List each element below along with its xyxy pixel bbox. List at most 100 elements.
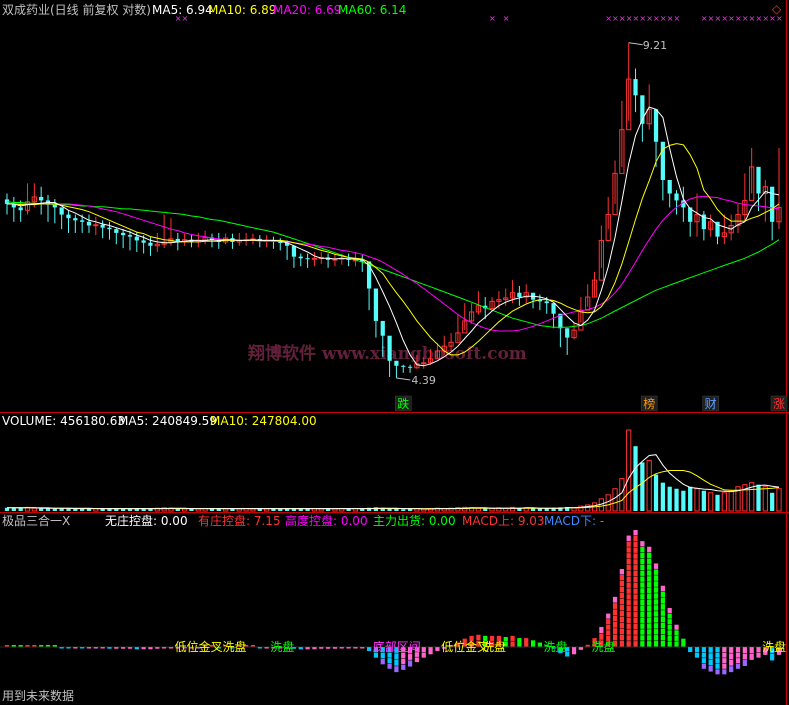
volume-value: VOLUME: 456180.63 — [2, 414, 125, 428]
macd-bar-cell — [640, 547, 645, 553]
macd-bar-cell — [619, 575, 624, 581]
macd-bar-cell — [674, 630, 679, 636]
candle-body-down — [73, 218, 78, 221]
macd-bar-cell — [640, 564, 645, 571]
macd-bar-cell — [537, 642, 543, 647]
macd-bar-cell — [121, 647, 126, 649]
candle-body-down — [18, 207, 23, 211]
indicator-distribution: 主力出货: 0.00 — [373, 513, 456, 528]
session-marker: × — [762, 14, 769, 23]
volume-bar-down — [305, 508, 310, 511]
session-marker: × — [674, 14, 681, 23]
macd-bar-cell — [674, 641, 679, 647]
macd-bar-cell — [619, 605, 624, 611]
macd-bar-cell — [394, 666, 399, 673]
macd-bar-cell — [708, 647, 713, 653]
macd-bar-cell — [770, 653, 775, 661]
macd-bar-cell — [653, 635, 659, 641]
macd-bar-cell — [640, 611, 645, 618]
volume-bar-down — [100, 508, 105, 511]
macd-bar-cell — [626, 535, 631, 541]
macd-bar-cell — [626, 588, 631, 594]
candle-body-down — [305, 258, 310, 260]
stock-chart-canvas[interactable]: 双成药业(日线 前复权 对数) MA5: 6.94 MA10: 6.89 MA2… — [0, 0, 789, 705]
macd-bar-cell — [708, 653, 713, 660]
macd-bar-cell — [701, 652, 706, 658]
volume-ma10-value: MA10: 247804.00 — [210, 414, 317, 428]
macd-bar-cell — [735, 652, 741, 658]
session-marker: × — [182, 14, 189, 23]
macd-bar-cell — [387, 658, 392, 664]
session-marker: × — [721, 14, 728, 23]
session-marker: × — [715, 14, 722, 23]
volume-bar-down — [39, 508, 44, 511]
macd-bar-cell — [667, 613, 672, 619]
session-marker: × — [489, 14, 496, 23]
price-signal-label: 财 — [705, 397, 717, 411]
macd-bar-cell — [647, 552, 652, 559]
macd-bar-cell — [653, 569, 659, 575]
session-marker: × — [639, 14, 646, 23]
ma10-value: MA10: 6.89 — [208, 3, 276, 17]
macd-bar-cell — [305, 647, 310, 650]
macd-bar-cell — [155, 647, 160, 649]
macd-bar-cell — [653, 605, 659, 611]
volume-bar-down — [701, 490, 706, 511]
candle-body-down — [141, 240, 146, 243]
volume-bar-down — [667, 486, 672, 511]
price-signal-label: 跌 — [397, 396, 409, 411]
watermark: 翔博软件 www.xiangbosoft.com — [247, 343, 527, 364]
candle-body-down — [134, 236, 139, 241]
macd-bar-cell — [428, 647, 433, 655]
macd-bar-cell — [640, 594, 645, 600]
candle-body-down — [565, 328, 570, 338]
macd-bar-cell — [407, 653, 413, 660]
macd-bar-cell — [633, 559, 638, 565]
macd-bar-cell — [640, 588, 645, 594]
volume-bar-down — [278, 508, 283, 511]
macd-bar-cell — [524, 638, 529, 647]
macd-bar-cell — [421, 647, 426, 653]
macd-bar-cell — [319, 647, 324, 649]
volume-bar-down — [688, 486, 693, 511]
macd-bar-cell — [633, 606, 638, 612]
volume-bar-down — [660, 482, 665, 511]
macd-bar-cell — [387, 663, 392, 669]
session-marker: × — [626, 14, 633, 23]
macd-bar-cell — [742, 653, 747, 660]
macd-bar-cell — [585, 644, 590, 647]
macd-bar-cell — [653, 641, 659, 647]
macd-bar-cell — [647, 593, 652, 600]
macd-bar-cell — [633, 582, 638, 588]
macd-bar-cell — [667, 619, 672, 625]
indicator-name: 极品三合一X — [2, 513, 70, 528]
price-signal-label: 榜 — [643, 396, 655, 411]
macd-bar-cell — [647, 599, 652, 606]
macd-bar-cell — [394, 659, 399, 666]
candle-body-up — [93, 224, 99, 227]
macd-bar-cell — [619, 641, 624, 647]
macd-bar-cell — [626, 594, 631, 600]
session-marker: × — [175, 14, 182, 23]
macd-bar-cell — [708, 665, 713, 672]
volume-bar-down — [114, 508, 119, 511]
volume-bar-down — [11, 508, 16, 511]
macd-bar-cell — [401, 664, 406, 670]
macd-bar-cell — [633, 530, 638, 536]
macd-bar-cell — [660, 610, 665, 616]
macd-bar-cell — [626, 559, 631, 565]
candle-body-down — [175, 238, 180, 242]
macd-bar-cell — [633, 611, 638, 618]
volume-bar-down — [52, 508, 57, 511]
macd-bar-cell — [626, 541, 631, 547]
macd-bar-cell — [148, 647, 153, 650]
macd-bar-cell — [626, 576, 631, 582]
candle-body-down — [278, 241, 283, 243]
macd-bar-cell — [599, 633, 604, 640]
macd-bar-cell — [715, 652, 720, 658]
macd-bar-cell — [45, 645, 51, 647]
ma60-value: MA60: 6.14 — [338, 3, 406, 17]
macd-bar-cell — [25, 645, 30, 647]
macd-bar-cell — [250, 645, 256, 647]
price-signal-label: 涨 — [773, 396, 785, 411]
